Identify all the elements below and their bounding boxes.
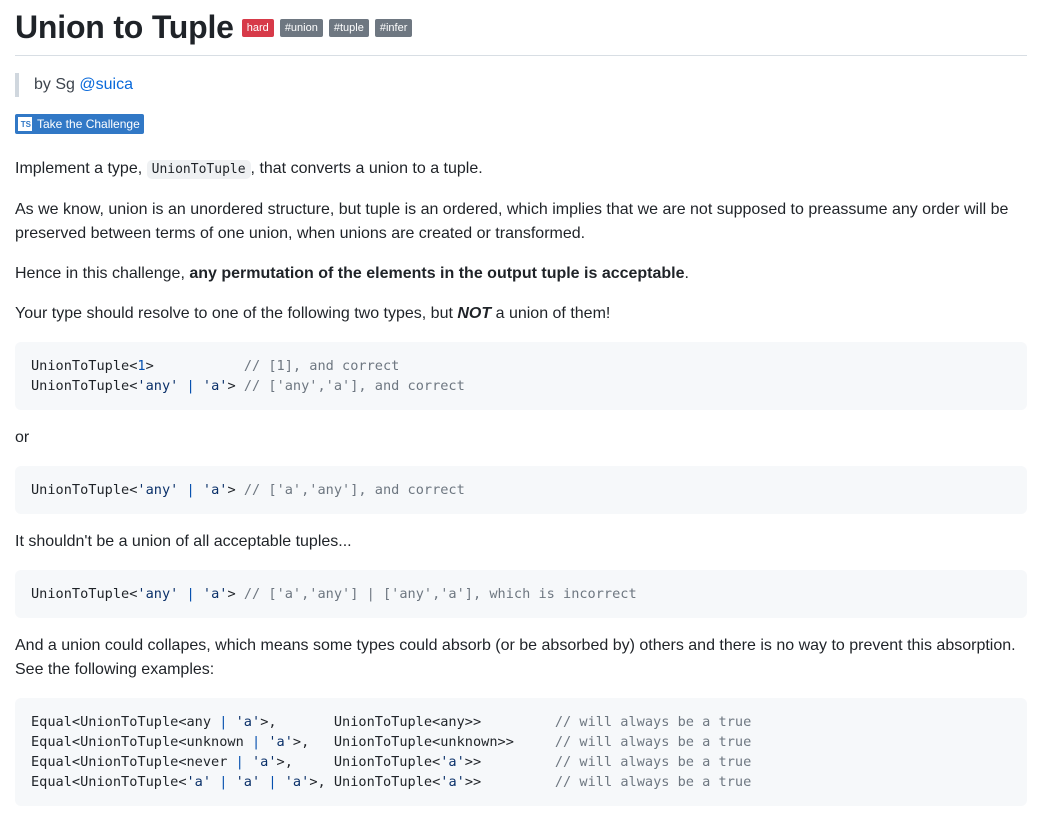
code-line: Equal<UnionToTuple<any | 'a'>, UnionToTu… bbox=[31, 712, 1011, 732]
tag-badge-union[interactable]: #union bbox=[279, 18, 323, 37]
code-string: 'any' bbox=[137, 482, 179, 498]
permutation-bold-text: any permutation of the elements in the o… bbox=[189, 265, 685, 282]
code-token: > bbox=[227, 586, 244, 602]
tag-badge-infer[interactable]: #infer bbox=[374, 18, 413, 37]
code-string: 'a' bbox=[186, 774, 212, 790]
inline-code-uniontotuple: UnionToTuple bbox=[146, 160, 251, 179]
code-operator: | bbox=[178, 586, 203, 602]
permutation-text-before: Hence in this challenge, bbox=[15, 265, 185, 282]
code-string: 'a' bbox=[284, 774, 310, 790]
code-token: >, UnionToTuple<unknown>> bbox=[292, 734, 555, 750]
difficulty-badge[interactable]: hard bbox=[241, 18, 274, 37]
code-comment: // will always be a true bbox=[554, 714, 752, 730]
code-string: 'a' bbox=[251, 754, 277, 770]
code-block-example-1: UnionToTuple<1> // [1], and correct Union… bbox=[15, 342, 1027, 410]
code-comment: // will always be a true bbox=[554, 754, 752, 770]
take-challenge-button[interactable]: TS Take the Challenge bbox=[15, 114, 144, 134]
code-string: 'a' bbox=[202, 378, 228, 394]
unordered-paragraph: As we know, union is an unordered struct… bbox=[15, 201, 1009, 242]
code-operator: | bbox=[227, 754, 252, 770]
code-token: Equal<UnionToTuple<unknown bbox=[31, 734, 244, 750]
code-token: >> bbox=[464, 754, 555, 770]
code-string: 'a' bbox=[440, 754, 465, 770]
code-padding bbox=[154, 358, 244, 374]
code-comment: // will always be a true bbox=[554, 774, 752, 790]
author-byline: by Sg @suica bbox=[15, 73, 1027, 97]
code-comment: // [1], and correct bbox=[243, 358, 400, 374]
code-block-example-2: UnionToTuple<'any' | 'a'> // ['a','any']… bbox=[15, 466, 1027, 514]
resolve-text-before: Your type should resolve to one of the f… bbox=[15, 305, 453, 322]
code-comment: // ['a','any'], and correct bbox=[243, 482, 465, 498]
take-challenge-label: Take the Challenge bbox=[37, 117, 140, 131]
code-line: Equal<UnionToTuple<never | 'a'>, UnionTo… bbox=[31, 752, 1011, 772]
code-operator: | bbox=[243, 734, 269, 750]
code-line: UnionToTuple<1> // [1], and correct bbox=[31, 356, 1011, 376]
code-token: Equal<UnionToTuple<any bbox=[31, 714, 212, 730]
code-block-example-4: Equal<UnionToTuple<any | 'a'>, UnionToTu… bbox=[15, 698, 1027, 806]
collapse-paragraph: And a union could collapes, which means … bbox=[15, 637, 1016, 678]
code-token: UnionToTuple< bbox=[31, 482, 138, 498]
typescript-icon: TS bbox=[18, 117, 32, 131]
code-string: 'a' bbox=[440, 774, 465, 790]
code-token: > bbox=[145, 358, 154, 374]
code-token: >, UnionToTuple< bbox=[309, 774, 441, 790]
code-number: 1 bbox=[137, 358, 146, 374]
code-string: 'a' bbox=[235, 774, 261, 790]
page-title: Union to Tuple bbox=[15, 9, 234, 45]
code-token: >, UnionToTuple<any>> bbox=[260, 714, 555, 730]
intro-paragraph: Implement a type, UnionToTuple, that con… bbox=[15, 157, 1027, 182]
code-line: UnionToTuple<'any' | 'a'> // ['a','any']… bbox=[31, 584, 1011, 604]
code-operator: | bbox=[260, 774, 285, 790]
code-token: Equal<UnionToTuple< bbox=[31, 774, 187, 790]
permutation-text-after: . bbox=[684, 265, 689, 282]
resolve-paragraph: Your type should resolve to one of the f… bbox=[15, 302, 1027, 326]
intro-text-after: , that converts a union to a tuple. bbox=[250, 160, 483, 177]
code-block-example-3: UnionToTuple<'any' | 'a'> // ['a','any']… bbox=[15, 570, 1027, 618]
title-row: Union to Tuple hard #union #tuple #infer bbox=[15, 0, 1027, 56]
code-operator: | bbox=[211, 714, 236, 730]
code-string: 'any' bbox=[137, 378, 179, 394]
code-string: 'a' bbox=[235, 714, 261, 730]
permutation-paragraph: Hence in this challenge, any permutation… bbox=[15, 262, 1027, 286]
code-token: UnionToTuple< bbox=[31, 586, 138, 602]
code-token: >> bbox=[464, 774, 555, 790]
code-token: Equal<UnionToTuple<never bbox=[31, 754, 228, 770]
code-comment: // will always be a true bbox=[554, 734, 752, 750]
resolve-text-after: a union of them! bbox=[495, 305, 611, 322]
code-operator: | bbox=[178, 378, 203, 394]
tag-badge-tuple[interactable]: #tuple bbox=[328, 18, 369, 37]
code-line: Equal<UnionToTuple<unknown | 'a'>, Union… bbox=[31, 732, 1011, 752]
author-link[interactable]: @suica bbox=[79, 76, 133, 93]
code-line: UnionToTuple<'any' | 'a'> // ['any','a']… bbox=[31, 376, 1011, 396]
code-string: 'a' bbox=[202, 586, 228, 602]
code-comment: // ['any','a'], and correct bbox=[243, 378, 465, 394]
code-token: > bbox=[227, 482, 244, 498]
code-token: UnionToTuple< bbox=[31, 358, 138, 374]
author-prefix: by Sg bbox=[34, 76, 75, 93]
intro-text-before: Implement a type, bbox=[15, 160, 143, 177]
challenge-page: Union to Tuple hard #union #tuple #infer… bbox=[0, 0, 1039, 806]
or-paragraph: or bbox=[15, 429, 30, 446]
code-operator: | bbox=[211, 774, 236, 790]
code-line: Equal<UnionToTuple<'a' | 'a' | 'a'>, Uni… bbox=[31, 772, 1011, 792]
resolve-emphasis: NOT bbox=[457, 305, 492, 322]
not-union-paragraph: It shouldn't be a union of all acceptabl… bbox=[15, 533, 352, 550]
code-string: 'a' bbox=[202, 482, 228, 498]
code-operator: | bbox=[178, 482, 203, 498]
code-token: > bbox=[227, 378, 244, 394]
code-string: 'any' bbox=[137, 586, 179, 602]
code-token: UnionToTuple< bbox=[31, 378, 138, 394]
code-string: 'a' bbox=[268, 734, 293, 750]
code-line: UnionToTuple<'any' | 'a'> // ['a','any']… bbox=[31, 480, 1011, 500]
code-comment: // ['a','any'] | ['any','a'], which is i… bbox=[243, 586, 637, 602]
code-token: >, UnionToTuple< bbox=[276, 754, 441, 770]
